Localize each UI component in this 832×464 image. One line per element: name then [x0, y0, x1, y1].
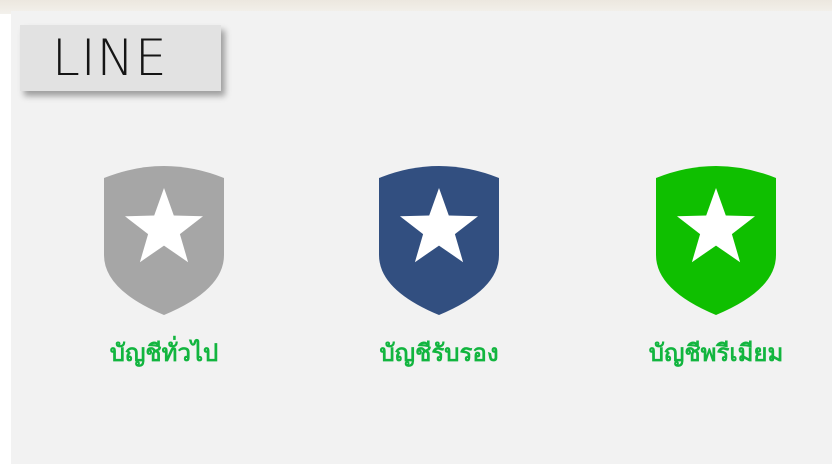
- title-box: LINE: [20, 25, 221, 91]
- account-standard-label: บัญชีทั่วไป: [109, 339, 219, 367]
- shield-star-icon: [656, 166, 776, 315]
- page-title: LINE: [52, 29, 168, 87]
- account-types-panel: LINE บัญชีทั่วไป บัญชีรับรอง บัญชีพรีเมี…: [11, 11, 832, 464]
- account-standard: บัญชีทั่วไป: [79, 160, 249, 372]
- shield-star-icon: [104, 166, 224, 315]
- account-premium-label: บัญชีพรีเมียม: [648, 339, 784, 367]
- account-premium: บัญชีพรีเมียม: [631, 160, 801, 372]
- account-verified: บัญชีรับรอง: [354, 160, 524, 372]
- shield-star-icon: [379, 166, 499, 315]
- account-verified-label: บัญชีรับรอง: [379, 339, 499, 367]
